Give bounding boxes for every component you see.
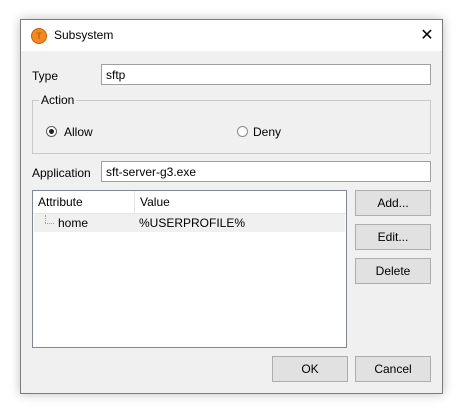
row-attribute: home xyxy=(58,216,89,230)
radio-deny-label: Deny xyxy=(253,125,282,139)
column-header-attribute[interactable]: Attribute xyxy=(33,191,135,213)
window-title: Subsystem xyxy=(54,28,114,42)
row-value: %USERPROFILE% xyxy=(139,216,246,230)
radio-deny-indicator xyxy=(237,126,248,137)
type-input[interactable] xyxy=(101,64,431,85)
application-label: Application xyxy=(32,166,91,180)
subsystem-dialog: T Subsystem ✕ Type Action Allow Deny App… xyxy=(20,19,443,394)
edit-button[interactable]: Edit... xyxy=(355,224,431,250)
close-icon[interactable]: ✕ xyxy=(412,20,442,51)
type-label: Type xyxy=(32,69,59,83)
add-button[interactable]: Add... xyxy=(355,190,431,216)
cancel-button[interactable]: Cancel xyxy=(355,356,431,382)
table-header: Attribute Value xyxy=(33,191,346,214)
app-icon-letter: T xyxy=(36,31,42,41)
tree-connector-icon xyxy=(45,215,46,223)
radio-allow[interactable]: Allow xyxy=(46,125,136,139)
action-group-title: Action xyxy=(39,93,77,107)
title-bar: T Subsystem ✕ xyxy=(21,20,442,51)
application-input[interactable] xyxy=(101,161,431,182)
radio-allow-label: Allow xyxy=(64,125,93,139)
app-icon: T xyxy=(31,28,47,44)
ok-button[interactable]: OK xyxy=(272,356,348,382)
action-groupbox: Action Allow Deny xyxy=(32,93,431,154)
column-header-value[interactable]: Value xyxy=(135,191,345,213)
attributes-table[interactable]: Attribute Value home %USERPROFILE% xyxy=(32,190,347,348)
table-row[interactable]: home %USERPROFILE% xyxy=(34,214,345,232)
radio-deny[interactable]: Deny xyxy=(237,125,327,139)
radio-allow-indicator xyxy=(46,126,57,137)
tree-connector-branch xyxy=(45,223,54,224)
delete-button[interactable]: Delete xyxy=(355,258,431,284)
